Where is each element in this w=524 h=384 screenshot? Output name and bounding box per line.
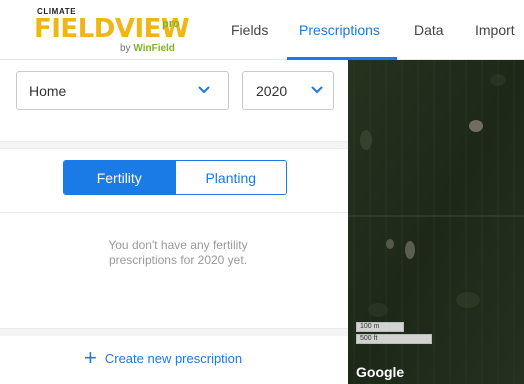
nav-data-label: Data xyxy=(414,22,444,38)
logo-by-line: by WinField xyxy=(120,43,175,54)
farm-select[interactable]: Home xyxy=(16,71,229,110)
section-divider xyxy=(0,141,348,149)
empty-state-line-1: You don't have any fertility xyxy=(108,238,248,252)
create-prescription-button[interactable]: + Create new prescription xyxy=(84,346,242,370)
nav-import-label: Import xyxy=(475,22,515,38)
section-divider xyxy=(0,212,348,213)
climate-fieldview-logo[interactable]: CLIMATE FIELDVIEW pro by WinField xyxy=(34,6,204,56)
logo-by-prefix: by xyxy=(120,43,131,54)
section-divider xyxy=(0,328,348,336)
nav-import[interactable]: Import xyxy=(475,0,515,60)
nav-fields-label: Fields xyxy=(231,22,269,38)
year-select[interactable]: 2020 xyxy=(242,71,334,110)
chevron-down-icon xyxy=(311,86,323,93)
logo-brand-pro: pro xyxy=(162,18,180,30)
nav-prescriptions[interactable]: Prescriptions xyxy=(299,0,380,60)
google-attribution-logo: Google xyxy=(356,364,405,380)
nav-data[interactable]: Data xyxy=(414,0,444,60)
tab-planting[interactable]: Planting xyxy=(174,161,286,194)
year-select-value: 2020 xyxy=(256,82,288,99)
tab-fertility[interactable]: Fertility xyxy=(64,161,175,194)
empty-state-message: You don't have any fertility prescriptio… xyxy=(0,238,356,268)
farm-select-value: Home xyxy=(29,82,67,99)
scale-imperial: 500 ft xyxy=(356,334,432,344)
app-header: CLIMATE FIELDVIEW pro by WinField Fields… xyxy=(0,0,524,60)
empty-state-line-2: prescriptions for 2020 yet. xyxy=(108,253,248,267)
create-prescription-label: Create new prescription xyxy=(104,350,243,366)
nav-prescriptions-label: Prescriptions xyxy=(299,22,380,38)
map-scale: 100 m 500 ft xyxy=(356,322,432,346)
logo-by-name: WinField xyxy=(133,43,175,54)
plus-icon: + xyxy=(84,345,97,370)
prescriptions-panel: Home 2020 Fertility Planting You don't h… xyxy=(0,60,348,384)
scale-metric: 100 m xyxy=(356,322,404,332)
nav-fields[interactable]: Fields xyxy=(231,0,268,60)
chevron-down-icon xyxy=(198,86,210,93)
prescription-type-toggle: Fertility Planting xyxy=(63,160,287,195)
